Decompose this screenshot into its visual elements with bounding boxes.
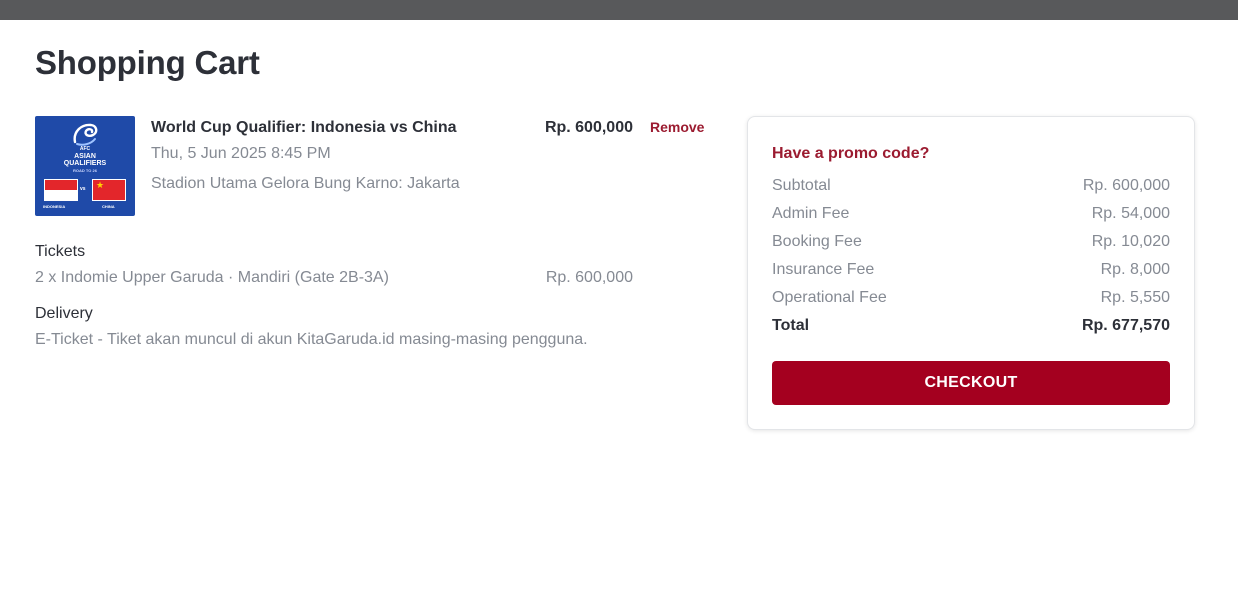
- summary-row-label: Operational Fee: [772, 289, 887, 306]
- checkout-button[interactable]: CHECKOUT: [772, 361, 1170, 405]
- team-left-label: INDONESIA: [43, 204, 66, 209]
- summary-row-value: Rp. 10,020: [1091, 233, 1170, 250]
- page-title: Shopping Cart: [35, 44, 260, 81]
- summary-row-value: Rp. 54,000: [1091, 205, 1170, 222]
- total-label: Total: [772, 317, 810, 334]
- summary-row-booking-fee: Booking Fee Rp. 10,020: [772, 233, 1170, 255]
- promo-code-link[interactable]: Have a promo code?: [772, 145, 929, 163]
- total-value: Rp. 677,570: [1081, 317, 1170, 334]
- delivery-description: E-Ticket - Tiket akan muncul di akun Kit…: [35, 331, 588, 348]
- afc-line4: ROAD TO 26: [73, 168, 97, 173]
- summary-row-label: Subtotal: [772, 177, 831, 194]
- top-bar: [0, 0, 1238, 20]
- remove-button[interactable]: Remove: [650, 119, 704, 135]
- summary-row-value: Rp. 600,000: [1082, 177, 1170, 194]
- ticket-line-price: Rp. 600,000: [545, 269, 633, 286]
- summary-row-label: Booking Fee: [772, 233, 862, 250]
- event-price: Rp. 600,000: [544, 119, 633, 136]
- indonesia-flag-icon: [44, 179, 78, 201]
- summary-row-value: Rp. 8,000: [1100, 261, 1170, 278]
- afc-line3: QUALIFIERS: [63, 160, 107, 167]
- summary-row-insurance-fee: Insurance Fee Rp. 8,000: [772, 261, 1170, 283]
- afc-line1: AFC: [79, 146, 91, 152]
- event-title: World Cup Qualifier: Indonesia vs China: [151, 119, 457, 136]
- event-thumbnail: AFC ASIAN QUALIFIERS ROAD TO 26 vs ★ IND…: [35, 116, 135, 216]
- event-venue: Stadion Utama Gelora Bung Karno: Jakarta: [151, 175, 460, 192]
- summary-row-value: Rp. 5,550: [1100, 289, 1170, 306]
- afc-line2: ASIAN: [74, 153, 96, 160]
- summary-row-total: Total Rp. 677,570: [772, 317, 1170, 339]
- summary-row-label: Insurance Fee: [772, 261, 875, 278]
- summary-row-operational-fee: Operational Fee Rp. 5,550: [772, 289, 1170, 311]
- ticket-line-item: 2 x Indomie Upper Garuda · Mandiri (Gate…: [35, 269, 389, 286]
- afc-logo-text: AFC ASIAN QUALIFIERS ROAD TO 26: [35, 146, 135, 174]
- delivery-label: Delivery: [35, 305, 93, 322]
- tickets-label: Tickets: [35, 243, 86, 260]
- vs-label: vs: [80, 186, 86, 192]
- order-summary-card: Have a promo code? Subtotal Rp. 600,000 …: [747, 116, 1195, 430]
- event-datetime: Thu, 5 Jun 2025 8:45 PM: [151, 145, 331, 162]
- summary-row-label: Admin Fee: [772, 205, 850, 222]
- team-right-label: CHINA: [102, 204, 115, 209]
- afc-logo-icon: [73, 123, 98, 146]
- china-flag-icon: ★: [92, 179, 126, 201]
- summary-row-admin-fee: Admin Fee Rp. 54,000: [772, 205, 1170, 227]
- summary-row-subtotal: Subtotal Rp. 600,000: [772, 177, 1170, 199]
